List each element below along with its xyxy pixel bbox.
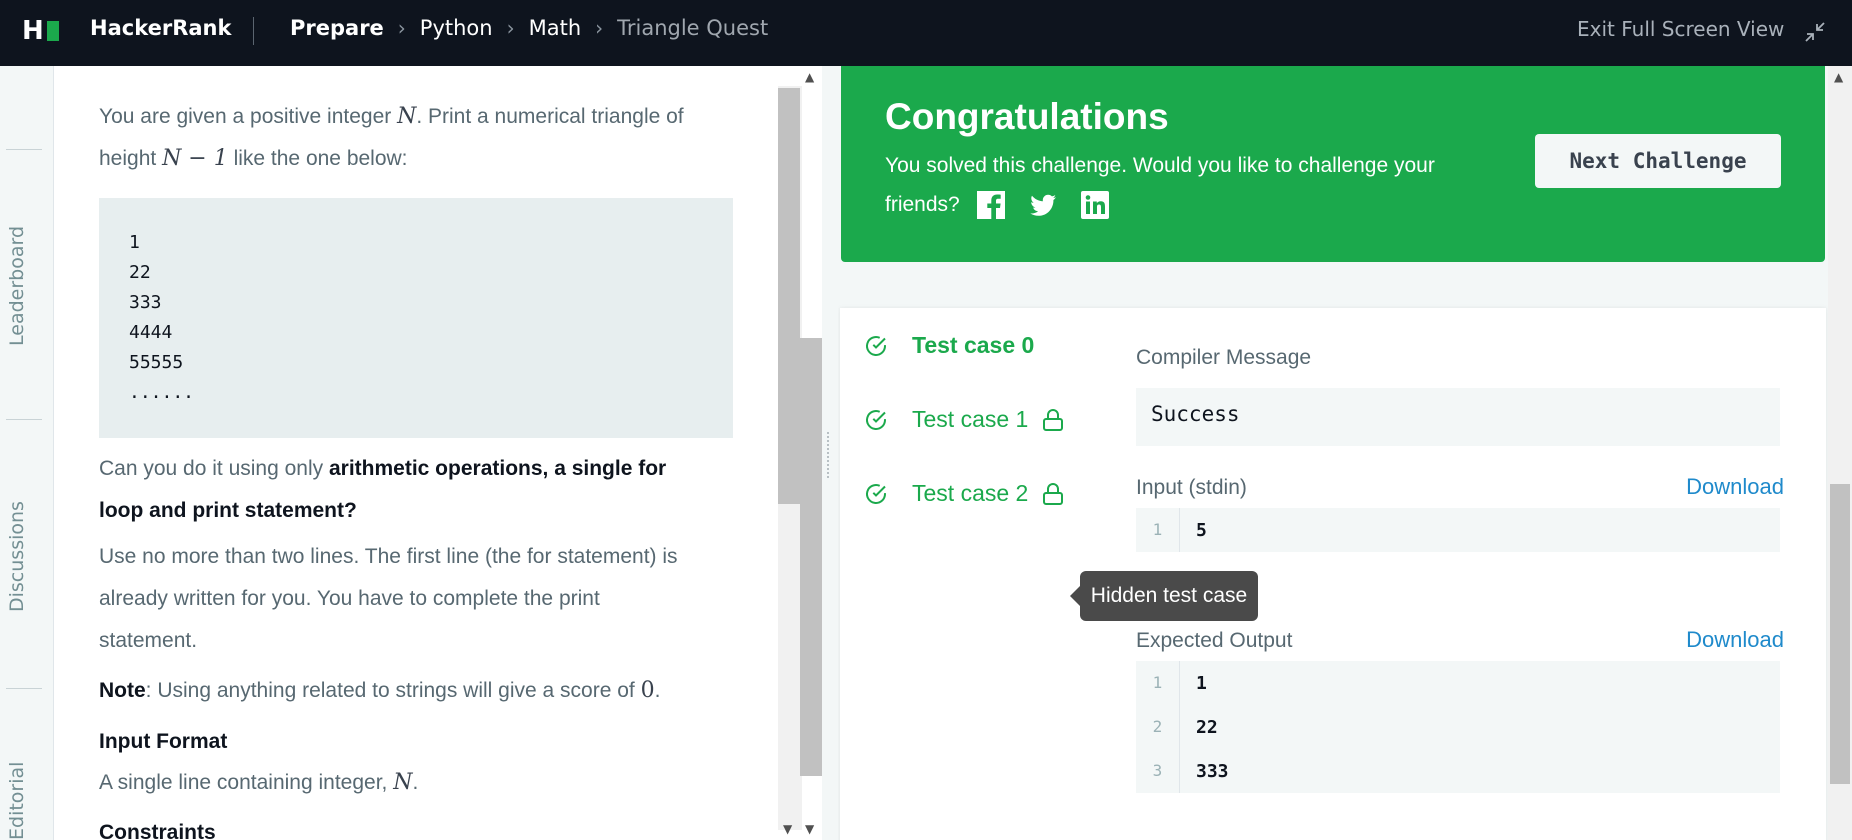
problem-scrollbar[interactable]: ▲ ▼ ▼ (778, 66, 822, 840)
constraints-heading: Constraints (99, 821, 216, 840)
congrats-title: Congratulations (885, 96, 1169, 137)
expected-output-label: Expected Output (1136, 629, 1293, 652)
line-value: 22 (1196, 716, 1218, 738)
test-case-2[interactable]: Test case 2 (864, 480, 1064, 507)
exit-fullscreen-link[interactable]: Exit Full Screen View (1577, 17, 1784, 41)
code-row: 1 1 (1136, 661, 1780, 705)
tab-leaderboard[interactable]: Leaderboard (6, 226, 28, 346)
twitter-icon[interactable] (1028, 190, 1058, 220)
code-row: 1 5 (1136, 508, 1780, 552)
scrollbar-thumb[interactable] (778, 88, 800, 504)
sample-line: 1 (129, 232, 140, 253)
hackerrank-logo[interactable]: H (22, 18, 60, 44)
line-number: 1 (1136, 661, 1180, 705)
results-area: Congratulations You solved this challeng… (838, 66, 1828, 840)
expected-code-block: 1 1 2 22 3 333 (1136, 661, 1780, 793)
linkedin-icon[interactable] (1080, 190, 1110, 220)
lock-icon (1043, 408, 1064, 431)
top-navbar: H HackerRank Prepare › Python › Math › T… (0, 0, 1852, 66)
line-value: 1 (1196, 672, 1207, 694)
congrats-subtitle: You solved this challenge. Would you lik… (885, 146, 1495, 224)
exit-fullscreen-icon[interactable] (1803, 20, 1827, 44)
tab-editorial[interactable]: Editorial (6, 762, 28, 840)
code-row: 2 22 (1136, 705, 1780, 749)
facebook-icon[interactable] (976, 190, 1006, 220)
breadcrumb-python[interactable]: Python (420, 16, 493, 40)
line-number: 2 (1136, 705, 1180, 749)
breadcrumb-prepare[interactable]: Prepare (290, 16, 384, 40)
test-results-panel: Test case 0 Test case 1 Test case 2 Comp… (840, 308, 1826, 840)
problem-rules: Use no more than two lines. The first li… (99, 545, 678, 652)
left-tab-rail: Leaderboard Discussions Editorial (0, 66, 54, 840)
scroll-up-icon[interactable]: ▲ (805, 70, 814, 84)
test-case-label: Test case 2 (912, 480, 1029, 506)
code-row: 3 333 (1136, 749, 1780, 793)
chevron-right-icon: › (595, 16, 604, 40)
social-share (976, 190, 1132, 220)
rail-divider (6, 149, 42, 150)
scroll-up-icon[interactable]: ▲ (1834, 70, 1843, 84)
problem-intro: You are given a positive integer N. Prin… (99, 104, 684, 171)
scrollbar-thumb[interactable] (800, 338, 822, 776)
input-format-heading: Input Format (99, 730, 228, 753)
test-case-label: Test case 1 (912, 406, 1029, 432)
sample-line: 22 (129, 262, 151, 283)
rail-divider (6, 688, 42, 689)
line-number: 1 (1136, 508, 1180, 552)
tab-discussions[interactable]: Discussions (6, 501, 28, 612)
divider (253, 17, 254, 45)
hidden-test-case-tooltip: Hidden test case (1070, 571, 1258, 621)
breadcrumb-math[interactable]: Math (529, 16, 582, 40)
compiler-message-label: Compiler Message (1136, 346, 1312, 369)
congratulations-banner: Congratulations You solved this challeng… (841, 66, 1825, 262)
sample-line: 4444 (129, 322, 173, 343)
problem-note: Note: Using anything related to strings … (99, 678, 661, 703)
test-case-1[interactable]: Test case 1 (864, 406, 1064, 433)
sample-triangle-block: 1 22 333 4444 55555 ...... (99, 198, 733, 438)
input-label: Input (stdin) (1136, 476, 1247, 499)
chevron-right-icon: › (397, 16, 406, 40)
lock-icon (1043, 482, 1064, 505)
expected-download-link[interactable]: Download (1686, 627, 1784, 653)
rail-divider (6, 419, 42, 420)
sample-line: 55555 (129, 352, 184, 373)
chevron-right-icon: › (506, 16, 515, 40)
sample-line: 333 (129, 292, 162, 313)
breadcrumb-current: Triangle Quest (617, 16, 769, 40)
check-circle-icon (866, 409, 886, 430)
brand-name[interactable]: HackerRank (90, 16, 231, 40)
check-circle-icon (866, 483, 886, 504)
problem-question: Can you do it using only arithmetic oper… (99, 457, 667, 522)
check-circle-icon (866, 335, 886, 356)
breadcrumb: Prepare › Python › Math › Triangle Quest (290, 16, 768, 40)
next-challenge-button[interactable]: Next Challenge (1535, 134, 1781, 188)
line-number: 3 (1136, 749, 1180, 793)
input-format-text: A single line containing integer, N. (99, 770, 419, 795)
scroll-down-icon[interactable]: ▼ (783, 822, 792, 836)
scrollbar-thumb[interactable] (1830, 484, 1850, 784)
line-value: 5 (1196, 519, 1207, 541)
sample-line: ...... (129, 382, 195, 403)
compiler-message-box: Success (1136, 388, 1780, 446)
problem-statement-panel: You are given a positive integer N. Prin… (54, 66, 778, 840)
test-case-label: Test case 0 (912, 332, 1035, 358)
panel-resize-handle[interactable] (826, 430, 836, 482)
input-code-block: 1 5 (1136, 508, 1780, 552)
input-download-link[interactable]: Download (1686, 474, 1784, 500)
test-case-0[interactable]: Test case 0 (864, 332, 1034, 359)
line-value: 333 (1196, 760, 1229, 782)
scroll-down-icon[interactable]: ▼ (805, 822, 814, 836)
results-scrollbar[interactable]: ▲ (1828, 66, 1852, 840)
